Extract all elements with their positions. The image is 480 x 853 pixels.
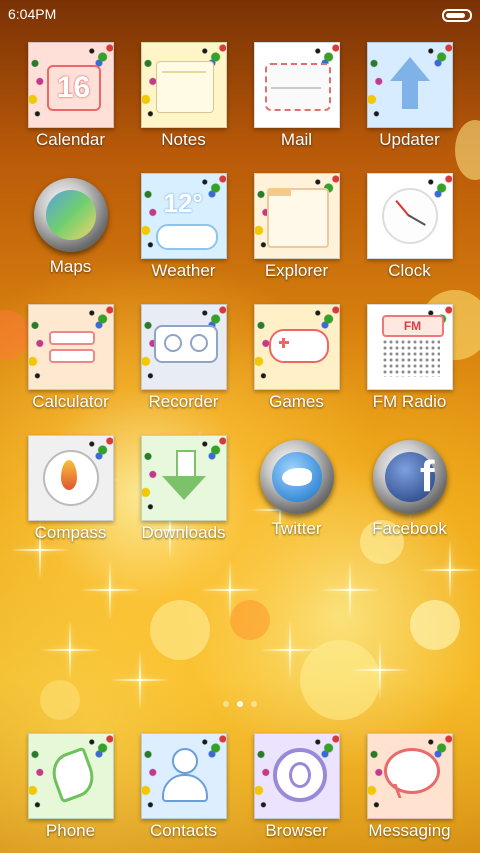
app-recorder[interactable]: Recorder [127, 304, 240, 412]
sparkle [40, 620, 100, 680]
fm-radio-icon: FM [366, 304, 453, 390]
app-label: Clock [388, 261, 431, 280]
calculator-icon [27, 304, 114, 390]
app-mail[interactable]: Mail [240, 42, 353, 150]
weather-icon: 12° [140, 173, 227, 259]
app-label: Calculator [32, 392, 109, 411]
app-label: Messaging [368, 821, 451, 840]
app-label: Calendar [36, 130, 105, 149]
clock-icon [366, 173, 453, 259]
app-label: Twitter [271, 519, 322, 538]
app-label: Phone [45, 821, 96, 840]
updater-icon [366, 42, 453, 128]
app-label: Browser [265, 821, 328, 840]
app-label: Explorer [264, 261, 329, 280]
facebook-icon: f [372, 440, 447, 514]
compass-icon [27, 435, 114, 521]
app-label: Contacts [149, 821, 218, 840]
app-explorer[interactable]: Explorer [240, 173, 353, 281]
bokeh-light [150, 600, 210, 660]
weather-temp: 12° [163, 188, 203, 218]
mail-icon [253, 42, 340, 128]
messaging-icon [366, 733, 453, 819]
app-twitter[interactable]: Twitter [240, 435, 353, 539]
app-maps[interactable]: Maps [14, 173, 127, 277]
maps-icon [33, 178, 108, 252]
battery-icon [442, 9, 472, 22]
explorer-icon [253, 173, 340, 259]
twitter-icon [259, 440, 334, 514]
contacts-icon [140, 733, 227, 819]
dock-contacts[interactable]: Contacts [127, 733, 240, 841]
calendar-date: 16 [46, 65, 101, 111]
sparkle [200, 560, 260, 620]
page-dot[interactable] [251, 701, 257, 707]
app-label: FM Radio [372, 392, 447, 411]
sparkle [350, 640, 410, 700]
app-label: Downloads [141, 523, 226, 542]
status-time: 6:04PM [8, 6, 57, 22]
bokeh-light [230, 600, 270, 640]
app-compass[interactable]: Compass [14, 435, 127, 543]
app-games[interactable]: Games [240, 304, 353, 412]
dock-browser[interactable]: Browser [240, 733, 353, 841]
app-label: Notes [161, 130, 206, 149]
app-notes[interactable]: Notes [127, 42, 240, 150]
bokeh-light [40, 680, 80, 720]
facebook-glyph: f [419, 452, 435, 501]
dock-messaging[interactable]: Messaging [353, 733, 466, 841]
page-dot-active[interactable] [237, 701, 243, 707]
app-label: Mail [280, 130, 313, 149]
phone-icon [27, 733, 114, 819]
app-label: Recorder [148, 392, 219, 411]
app-facebook[interactable]: f Facebook [353, 435, 466, 539]
browser-icon [253, 733, 340, 819]
app-calendar[interactable]: 16 Calendar [14, 42, 127, 150]
notes-icon [140, 42, 227, 128]
calendar-icon: 16 [27, 42, 114, 128]
sparkle [320, 560, 380, 620]
app-label: Facebook [372, 519, 447, 538]
app-calculator[interactable]: Calculator [14, 304, 127, 412]
app-label: Compass [34, 523, 107, 542]
app-downloads[interactable]: Downloads [127, 435, 240, 543]
sparkle [260, 620, 320, 680]
battery-level [446, 13, 465, 18]
app-label: Weather [151, 261, 216, 280]
games-icon [253, 304, 340, 390]
fm-label: FM [381, 315, 444, 337]
app-weather[interactable]: 12° Weather [127, 173, 240, 281]
status-bar: 6:04PM [0, 0, 480, 28]
dock-phone[interactable]: Phone [14, 733, 127, 841]
sparkle [80, 560, 140, 620]
page-indicator[interactable] [0, 701, 480, 711]
bokeh-light [410, 600, 460, 650]
downloads-icon [140, 435, 227, 521]
sparkle [420, 540, 480, 600]
recorder-icon [140, 304, 227, 390]
page-dot[interactable] [223, 701, 229, 707]
app-updater[interactable]: Updater [353, 42, 466, 150]
app-clock[interactable]: Clock [353, 173, 466, 281]
app-label: Games [269, 392, 324, 411]
app-label: Updater [379, 130, 440, 149]
app-fm-radio[interactable]: FM FM Radio [353, 304, 466, 412]
app-label: Maps [49, 257, 92, 276]
